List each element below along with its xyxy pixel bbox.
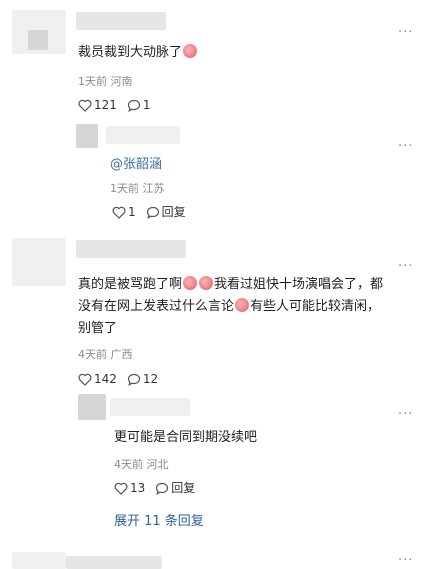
comment-line-1a: 真的是被骂跑了啊 (78, 277, 183, 292)
like-button[interactable]: 121 (78, 98, 117, 112)
reply-actions: 13 回复 (114, 481, 195, 495)
like-count: 121 (94, 98, 117, 112)
like-button[interactable]: 142 (78, 372, 117, 386)
heart-icon (114, 482, 128, 495)
comment-actions: 121 1 (78, 98, 151, 112)
comment-icon (127, 373, 141, 386)
comment-button[interactable]: 1 (127, 98, 151, 112)
more-icon[interactable]: ··· (398, 554, 413, 567)
comment-line-2: 没有在网上发表过什么言论 有些人可能比较清闲， (78, 296, 408, 318)
avatar-detail (28, 30, 48, 50)
emoji-icon (235, 298, 250, 312)
reply-avatar[interactable] (78, 394, 106, 420)
username[interactable] (76, 12, 166, 30)
comment-time: 4天前 (78, 348, 107, 361)
like-count: 13 (130, 481, 146, 495)
reply-username[interactable] (106, 126, 180, 144)
comment-location: 广西 (110, 348, 133, 361)
like-count: 142 (94, 372, 117, 386)
reply-location: 河北 (146, 458, 169, 471)
like-button[interactable]: 1 (112, 205, 136, 219)
mention-link[interactable]: @张韶涵 (110, 156, 162, 174)
emoji-icon (183, 44, 198, 58)
comment-time: 1天前 (78, 75, 107, 88)
comment-meta: 4天前 广西 (78, 348, 133, 362)
expand-replies-link[interactable]: 展开 11 条回复 (114, 514, 204, 530)
like-count: 1 (128, 205, 136, 219)
comment-actions: 142 12 (78, 372, 158, 386)
comment-line-2a: 没有在网上发表过什么言论 (78, 299, 235, 314)
reply-label: 回复 (161, 205, 186, 219)
username[interactable] (76, 240, 186, 258)
comment-line-1: 真的是被骂跑了啊 我看过姐快十场演唱会了，都 (78, 274, 408, 296)
reply-button[interactable]: 回复 (146, 205, 186, 219)
more-icon[interactable]: ··· (398, 260, 413, 273)
comment-text: 真的是被骂跑了啊 我看过姐快十场演唱会了，都 没有在网上发表过什么言论 有些人可能比… (78, 274, 408, 340)
comment-line-2b: 有些人可能比较清闲， (250, 299, 381, 314)
reply-text: 更可能是合同到期没续吧 (114, 430, 258, 445)
like-button[interactable]: 13 (114, 481, 145, 495)
reply-time: 1天前 (110, 182, 139, 195)
reply-actions: 1 回复 (112, 205, 186, 219)
avatar[interactable] (12, 552, 66, 569)
username[interactable] (66, 556, 162, 569)
heart-icon (78, 373, 92, 386)
reply-location: 江苏 (142, 182, 165, 195)
reply-avatar[interactable] (76, 124, 98, 148)
avatar[interactable] (12, 238, 66, 286)
comment-count: 12 (142, 372, 159, 386)
comment-icon (127, 99, 141, 112)
reply-button[interactable]: 回复 (155, 481, 195, 495)
comment-button[interactable]: 12 (127, 372, 158, 386)
comment-count: 1 (142, 98, 151, 112)
comment-text-value: 裁员裁到大动脉了 (78, 45, 183, 60)
reply-meta: 1天前 江苏 (110, 182, 165, 196)
comment-line-1b: 我看过姐快十场演唱会了，都 (214, 277, 384, 292)
reply-meta: 4天前 河北 (114, 458, 169, 472)
emoji-icon (199, 276, 214, 290)
comment-meta: 1天前 河南 (78, 75, 133, 89)
heart-icon (112, 206, 126, 219)
comment-line-3: 别管了 (78, 321, 118, 336)
comment-icon (146, 206, 159, 219)
more-icon[interactable]: ··· (398, 408, 413, 421)
heart-icon (78, 99, 92, 112)
reply-username[interactable] (110, 398, 190, 416)
comment-icon (156, 482, 169, 495)
reply-time: 4天前 (114, 458, 143, 471)
reply-label: 回复 (171, 481, 196, 495)
comment-location: 河南 (110, 75, 133, 88)
more-icon[interactable]: ··· (398, 140, 413, 153)
comment-text: 裁员裁到大动脉了 (78, 42, 198, 64)
more-icon[interactable]: ··· (398, 26, 413, 39)
emoji-icon (183, 276, 198, 290)
